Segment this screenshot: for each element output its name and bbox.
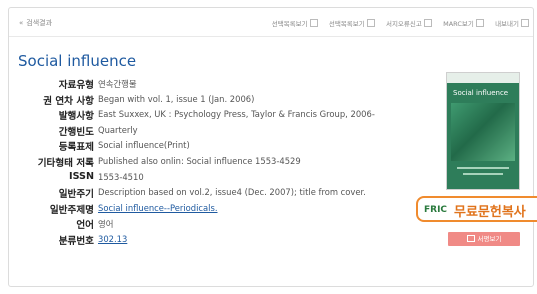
field-value: Description based on vol.2, issue4 (Dec.… bbox=[98, 187, 366, 198]
export-icon bbox=[521, 19, 529, 27]
free-document-copy-banner[interactable]: FRIC 무료문헌복사 bbox=[416, 196, 537, 222]
field-row: 자료유형 연속간행물 bbox=[0, 76, 420, 92]
field-label: 언어 bbox=[76, 220, 94, 232]
report-icon bbox=[423, 19, 432, 27]
cover-line bbox=[463, 173, 503, 175]
field-label: 기타형태 저록 bbox=[37, 157, 94, 169]
field-row: 권 연차 사항 Began with vol. 1, issue 1 (Jan. … bbox=[0, 92, 420, 108]
review-view-button[interactable]: 서평보기 bbox=[448, 232, 520, 246]
list-icon bbox=[366, 19, 375, 27]
report-error-button[interactable]: 서지오류신고 bbox=[386, 18, 432, 28]
field-value: 1553-4510 bbox=[98, 171, 144, 182]
field-label: 발행사항 bbox=[58, 111, 94, 123]
list-icon bbox=[309, 19, 318, 27]
toolbar: «검색결과 선택목록보기 선택목록보기 서지오류신고 MARC보기 내보내기 bbox=[9, 8, 533, 37]
field-row: 일반주기 Description based on vol.2, issue4 (… bbox=[0, 185, 420, 201]
field-label: 일반주기 bbox=[58, 189, 94, 201]
field-label: 등록표제 bbox=[58, 142, 94, 154]
chevron-left-icon: « bbox=[19, 19, 24, 27]
fric-logo: FRIC bbox=[424, 205, 448, 215]
field-row: 발행사항 East Suxxex, UK : Psychology Press, … bbox=[0, 107, 420, 123]
field-row: 분류번호 302.13 bbox=[0, 232, 420, 248]
back-to-results-link[interactable]: «검색결과 bbox=[19, 18, 52, 28]
field-value: 영어 bbox=[98, 219, 114, 230]
field-label: ISSN bbox=[69, 170, 94, 182]
cover-image[interactable]: Social influence bbox=[447, 73, 519, 189]
field-label: 일반주제명 bbox=[49, 204, 94, 216]
field-row: 간행빈도 Quarterly bbox=[0, 123, 420, 139]
field-label: 권 연차 사항 bbox=[43, 95, 94, 107]
free-document-copy-label: 무료문헌복사 bbox=[454, 205, 526, 220]
field-value: East Suxxex, UK : Psychology Press, Tayl… bbox=[98, 109, 375, 120]
record-title: Social influence bbox=[18, 52, 137, 70]
field-row: 일반주제명 Social influence--Periodicals. bbox=[0, 201, 420, 217]
field-value: Quarterly bbox=[98, 124, 138, 135]
review-view-label: 서평보기 bbox=[477, 235, 502, 243]
cover-line bbox=[457, 167, 509, 169]
cover-stripe bbox=[447, 73, 519, 83]
cover-title: Social influence bbox=[453, 89, 509, 97]
toolbar-actions: 선택목록보기 선택목록보기 서지오류신고 MARC보기 내보내기 bbox=[263, 18, 529, 28]
subject-link[interactable]: Social influence--Periodicals. bbox=[98, 203, 218, 213]
record-fields: 자료유형 연속간행물 권 연차 사항 Began with vol. 1, issu… bbox=[0, 76, 420, 248]
back-label: 검색결과 bbox=[26, 19, 53, 27]
field-label: 자료유형 bbox=[58, 80, 94, 91]
marc-view-button[interactable]: MARC보기 bbox=[443, 18, 484, 28]
field-value: 연속간행물 bbox=[98, 79, 137, 89]
field-value: Social influence(Print) bbox=[98, 140, 190, 151]
classification-link[interactable]: 302.13 bbox=[98, 234, 127, 244]
field-label: 분류번호 bbox=[58, 235, 94, 247]
field-row: 기타형태 저록 Published also onlin: Social infl… bbox=[0, 154, 420, 170]
marc-icon bbox=[475, 19, 484, 27]
book-icon bbox=[466, 235, 475, 242]
select-list-view-button[interactable]: 선택목록보기 bbox=[272, 18, 318, 28]
field-value: Published also onlin: Social influence 1… bbox=[98, 155, 301, 166]
field-label: 간행빈도 bbox=[58, 126, 94, 138]
cover-artwork bbox=[451, 103, 515, 161]
field-value: Began with vol. 1, issue 1 (Jan. 2006) bbox=[98, 93, 255, 104]
field-row: ISSN 1553-4510 bbox=[0, 170, 420, 186]
select-list-view-button-2[interactable]: 선택목록보기 bbox=[329, 18, 375, 28]
field-row: 등록표제 Social influence(Print) bbox=[0, 138, 420, 154]
export-button[interactable]: 내보내기 bbox=[495, 18, 529, 28]
field-row: 언어 영어 bbox=[0, 216, 420, 232]
